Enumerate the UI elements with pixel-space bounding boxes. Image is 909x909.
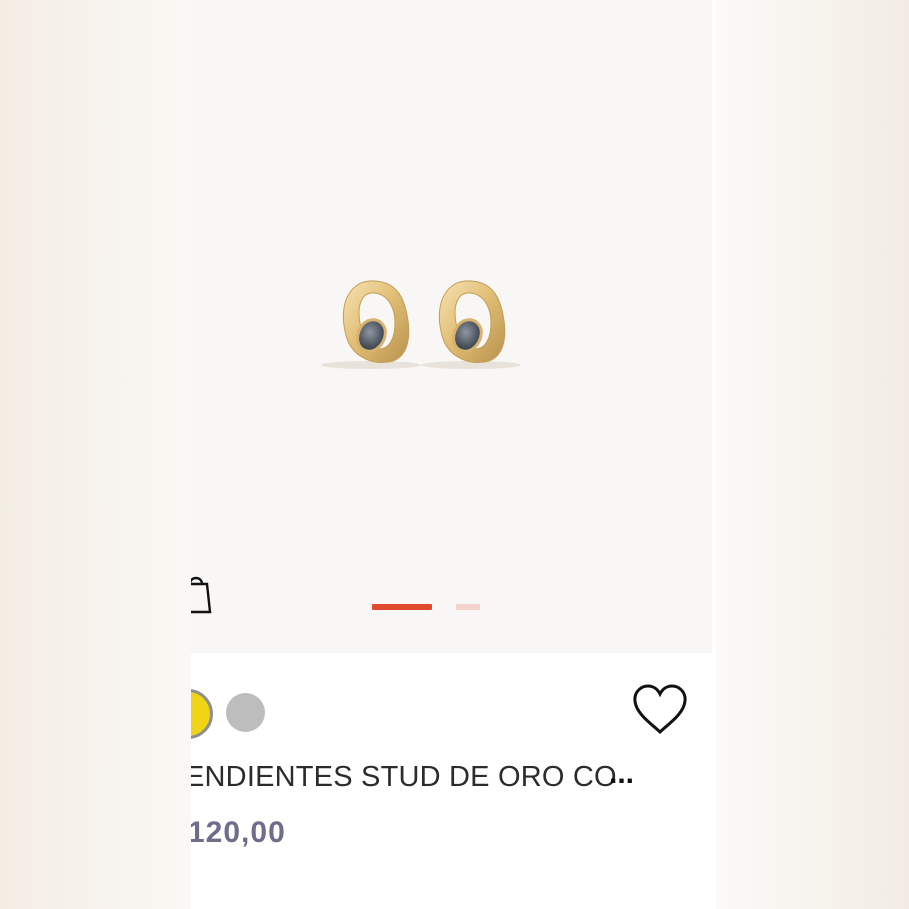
product-card[interactable]: ENDIENTES STUD DE ORO CO ... 120,00 (191, 0, 716, 909)
product-image-gallery[interactable] (191, 0, 712, 653)
product-name[interactable]: ENDIENTES STUD DE ORO CO (191, 761, 635, 794)
shopping-bag-icon[interactable] (191, 570, 213, 618)
heart-icon[interactable] (631, 683, 689, 737)
color-swatch-silver[interactable] (226, 693, 265, 732)
product-image (321, 280, 521, 369)
background-left (0, 0, 191, 909)
product-info: ENDIENTES STUD DE ORO CO ... 120,00 (191, 653, 716, 909)
product-name-ellipsis: ... (609, 757, 635, 790)
pagination-dot[interactable] (456, 604, 480, 610)
product-price: 120,00 (191, 816, 286, 849)
color-swatch-gold[interactable] (191, 689, 213, 739)
background-right (712, 0, 909, 909)
pagination-dot-active[interactable] (372, 604, 432, 610)
